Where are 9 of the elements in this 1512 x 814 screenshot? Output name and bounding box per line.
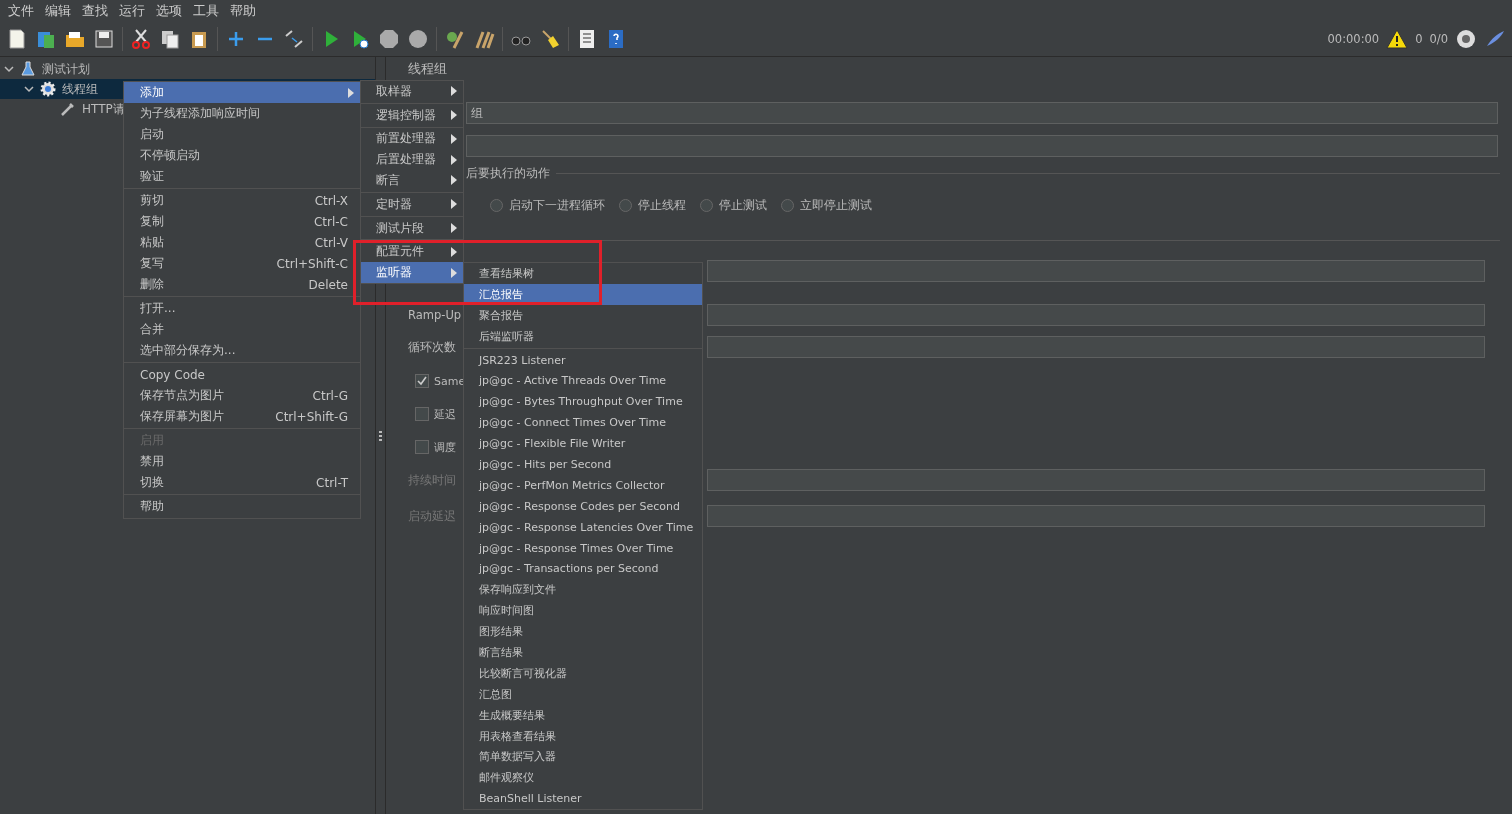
- section-label: 后要执行的动作: [466, 165, 550, 182]
- field-label: 循环次数: [408, 339, 457, 355]
- checkbox-label: 调度: [434, 439, 456, 455]
- elapsed-time: 00:00:00: [1327, 32, 1380, 46]
- panel-title: 线程组: [408, 61, 448, 77]
- checkbox-label: 延迟: [434, 406, 456, 422]
- thread-count: 0/0: [1429, 32, 1448, 46]
- field-label: Ramp-Up: [408, 308, 463, 322]
- warning-count: 0: [1415, 32, 1423, 46]
